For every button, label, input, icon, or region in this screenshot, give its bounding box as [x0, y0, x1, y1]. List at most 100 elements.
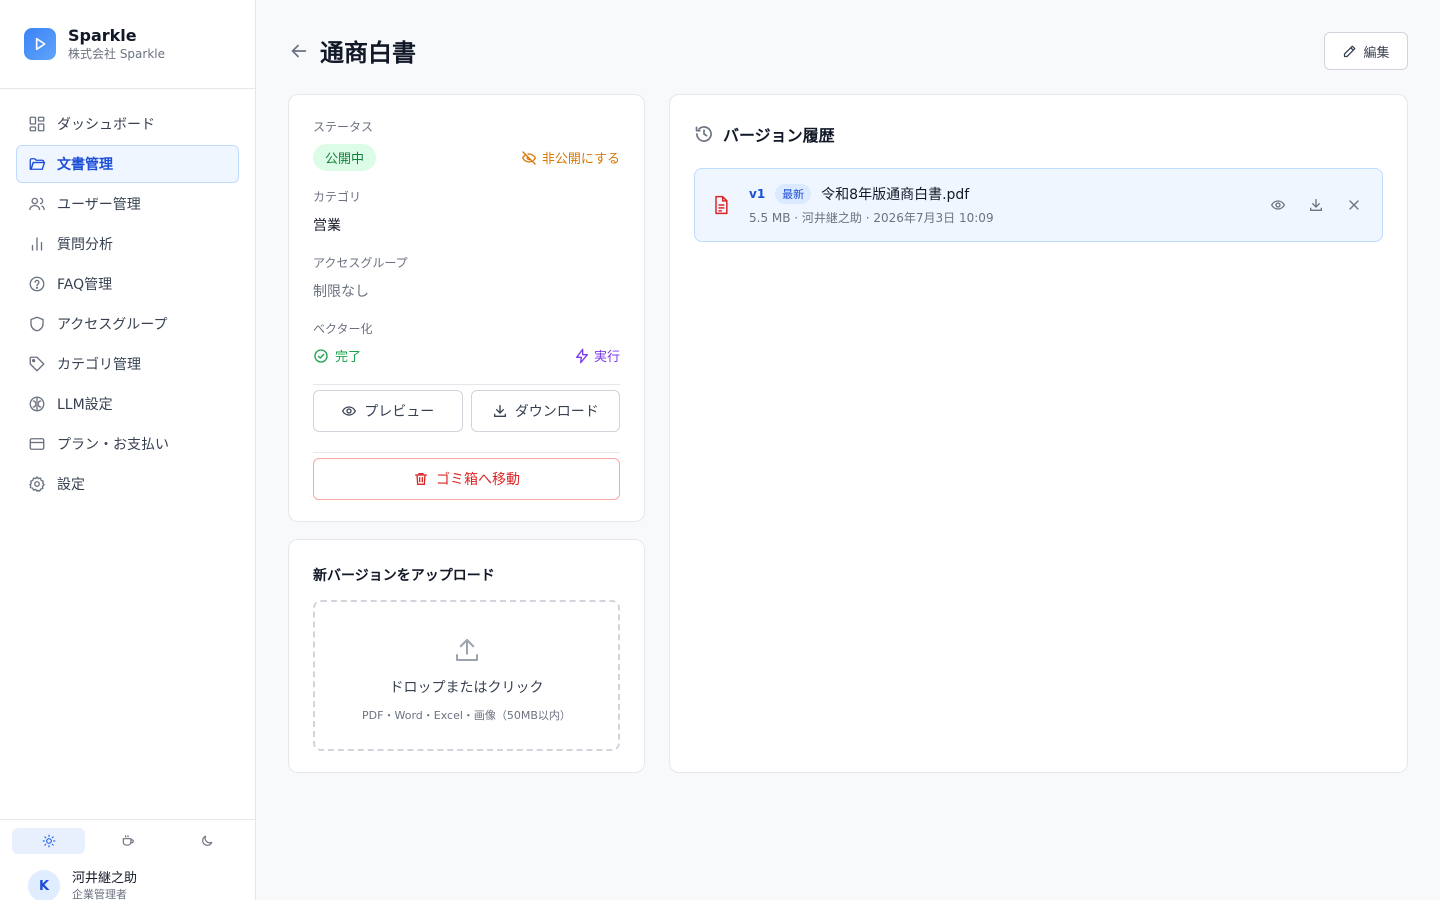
edit-button-label: 編集: [1363, 45, 1390, 61]
brand-company: 株式会社 Sparkle: [68, 47, 166, 61]
sidebar-item-categories[interactable]: カテゴリ管理: [16, 345, 239, 383]
sidebar-item-label: 設定: [57, 477, 85, 493]
sidebar-footer: K 河井継之助 企業管理者: [0, 819, 255, 900]
upload-icon: [452, 635, 482, 665]
help-circle-icon: [28, 275, 46, 293]
sidebar-item-llm-settings[interactable]: LLM設定: [16, 385, 239, 423]
version-preview-icon[interactable]: [1270, 197, 1286, 213]
check-circle-icon: [313, 348, 329, 364]
download-icon: [492, 403, 508, 419]
sidebar-item-label: FAQ管理: [57, 277, 113, 293]
divider: [313, 384, 620, 385]
bar-chart-icon: [28, 235, 46, 253]
page-title: 通商白書: [320, 39, 416, 67]
version-history-card: バージョン履歴 v1 最新 令和8年版通商白書.pdf 5.5 MB · 河井継…: [669, 94, 1408, 773]
unpublish-button[interactable]: 非公開にする: [521, 148, 620, 167]
sidebar-item-label: 文書管理: [57, 157, 113, 173]
sidebar-item-label: ユーザー管理: [57, 197, 141, 213]
sidebar-item-billing[interactable]: プラン・お支払い: [16, 425, 239, 463]
pencil-icon: [1342, 44, 1357, 59]
moon-icon: [200, 834, 214, 848]
category-value: 営業: [313, 218, 341, 234]
eye-off-icon: [521, 150, 537, 166]
theme-light-button[interactable]: [12, 828, 85, 854]
dropzone-hint: PDF・Word・Excel・画像（50MB以内）: [362, 709, 571, 722]
version-history-title: バージョン履歴: [723, 126, 835, 145]
sidebar-item-settings[interactable]: 設定: [16, 465, 239, 503]
sidebar-item-label: 質問分析: [57, 237, 113, 253]
upload-dropzone[interactable]: ドロップまたはクリック PDF・Word・Excel・画像（50MB以内）: [313, 600, 620, 751]
brand: Sparkle 株式会社 Sparkle: [0, 0, 255, 89]
sidebar: Sparkle 株式会社 Sparkle ダッシュボード 文書管理 ユーザー管理: [0, 0, 256, 900]
access-group-value: 制限なし: [313, 284, 369, 300]
dropzone-text: ドロップまたはクリック: [389, 680, 544, 696]
sidebar-nav: ダッシュボード 文書管理 ユーザー管理 質問分析 FAQ管理 アクセスグループ …: [0, 89, 255, 521]
back-button[interactable]: [288, 40, 310, 62]
sidebar-item-analytics[interactable]: 質問分析: [16, 225, 239, 263]
access-group-label: アクセスグループ: [313, 256, 408, 270]
sidebar-item-label: カテゴリ管理: [57, 357, 141, 373]
execute-vectorization-button[interactable]: 実行: [574, 346, 620, 365]
brand-name: Sparkle: [68, 26, 137, 45]
file-text-icon: [711, 194, 731, 216]
version-history-header: バージョン履歴: [694, 122, 1383, 146]
document-info-card: ステータス 公開中 非公開にする カテゴリ 営業 アクセスグループ 制限なし ベ…: [288, 94, 645, 522]
theme-switcher: [0, 820, 255, 854]
sidebar-item-label: LLM設定: [57, 397, 113, 413]
sidebar-item-access-groups[interactable]: アクセスグループ: [16, 305, 239, 343]
execute-label: 実行: [593, 350, 620, 365]
sidebar-item-label: プラン・お支払い: [57, 437, 169, 453]
sidebar-item-documents[interactable]: 文書管理: [16, 145, 239, 183]
folder-icon: [28, 155, 46, 173]
sidebar-item-dashboard[interactable]: ダッシュボード: [16, 105, 239, 143]
brand-logo[interactable]: [24, 28, 56, 60]
version-meta: 5.5 MB · 河井継之助 · 2026年7月3日 10:09: [749, 211, 994, 225]
theme-dark-button[interactable]: [170, 828, 243, 854]
avatar: K: [28, 870, 60, 900]
upload-card: 新バージョンをアップロード ドロップまたはクリック PDF・Word・Excel…: [288, 539, 645, 773]
vectorization-status-label: 完了: [335, 350, 362, 365]
coffee-icon: [121, 834, 135, 848]
category-label: カテゴリ: [313, 190, 362, 204]
shield-icon: [28, 315, 46, 333]
preview-button[interactable]: プレビュー: [313, 390, 463, 432]
unpublish-label: 非公開にする: [541, 152, 620, 167]
vectorization-status: 完了: [313, 346, 361, 365]
dashboard-icon: [28, 115, 46, 133]
sidebar-item-faq[interactable]: FAQ管理: [16, 265, 239, 303]
lightning-icon: [574, 348, 590, 364]
download-label: ダウンロード: [514, 404, 599, 420]
arrow-left-icon: [288, 40, 310, 62]
divider: [313, 452, 620, 453]
theme-coffee-button[interactable]: [91, 828, 164, 854]
latest-badge: 最新: [775, 184, 812, 204]
user-name: 河井継之助: [72, 871, 138, 886]
vectorization-label: ベクター化: [313, 322, 373, 336]
user-profile[interactable]: K 河井継之助 企業管理者: [0, 854, 255, 900]
move-to-trash-button[interactable]: ゴミ箱へ移動: [313, 458, 620, 500]
status-badge: 公開中: [313, 144, 377, 171]
sidebar-item-label: ダッシュボード: [57, 117, 155, 133]
sidebar-item-label: アクセスグループ: [57, 317, 168, 333]
edit-button[interactable]: 編集: [1324, 32, 1408, 70]
preview-label: プレビュー: [364, 404, 435, 420]
trash-icon: [413, 471, 429, 487]
upload-title: 新バージョンをアップロード: [313, 568, 495, 584]
version-item: v1 最新 令和8年版通商白書.pdf 5.5 MB · 河井継之助 · 202…: [694, 168, 1383, 242]
status-label: ステータス: [313, 120, 374, 134]
download-button[interactable]: ダウンロード: [470, 390, 620, 432]
user-role: 企業管理者: [72, 888, 127, 900]
brain-icon: [28, 395, 46, 413]
version-filename: 令和8年版通商白書.pdf: [821, 187, 970, 203]
credit-card-icon: [28, 435, 46, 453]
version-number: v1: [749, 187, 766, 201]
sun-icon: [42, 834, 56, 848]
eye-icon: [341, 403, 357, 419]
history-icon: [694, 124, 714, 144]
gear-icon: [28, 475, 46, 493]
users-icon: [28, 195, 46, 213]
sidebar-item-users[interactable]: ユーザー管理: [16, 185, 239, 223]
version-delete-icon[interactable]: [1346, 197, 1362, 213]
version-download-icon[interactable]: [1308, 197, 1324, 213]
tag-icon: [28, 355, 46, 373]
